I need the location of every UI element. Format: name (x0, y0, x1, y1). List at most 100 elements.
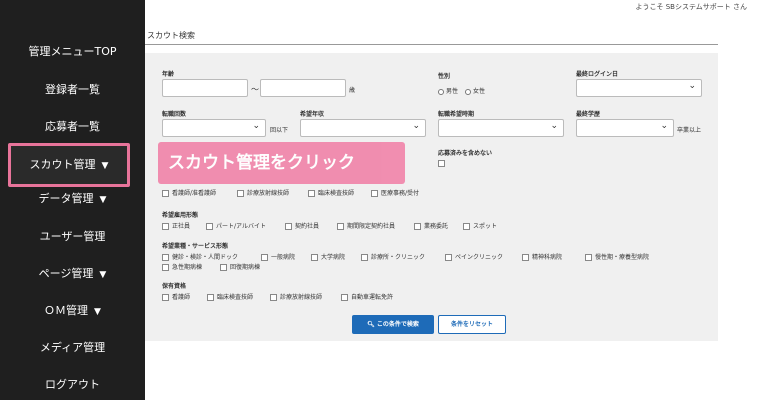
checkbox-label: 一般病院 (271, 254, 296, 261)
checkbox-icon (361, 254, 368, 261)
reset-button[interactable]: 条件をリセット (438, 315, 506, 334)
nav-item-registrants[interactable]: 登録者一覧 (0, 78, 145, 102)
radio-label: 女性 (473, 88, 486, 95)
nav-label: メディア管理 (39, 341, 106, 354)
checkbox-icon (162, 223, 169, 230)
checkbox-label: 精神科病院 (532, 254, 563, 261)
industry-checkbox[interactable]: 健診・検診・人間ドック (162, 252, 238, 261)
industry-checkbox[interactable]: 診療所・クリニック (361, 252, 425, 261)
last-login-select[interactable] (576, 79, 702, 97)
caret-down-icon: ▼ (99, 270, 107, 280)
checkbox-icon (261, 254, 268, 261)
employment-checkbox[interactable]: パート/アルバイト (206, 221, 266, 230)
desired-income-select[interactable] (300, 119, 426, 137)
checkbox-label: スポット (473, 223, 498, 230)
gender-female-radio[interactable]: 女性 (465, 86, 485, 95)
industry-checkbox[interactable]: 慢性期・療養型病院 (585, 252, 649, 261)
age-unit: 歳 (349, 87, 356, 94)
industry-checkbox[interactable]: 一般病院 (261, 252, 295, 261)
checkbox-label: 医療事務/受付 (381, 190, 420, 197)
user-greeting: ようこそ SBシステムサポート さん (635, 3, 748, 11)
job-type-checkbox[interactable]: 診療放射線技師 (237, 188, 289, 197)
checkbox-label: 診療所・クリニック (371, 254, 426, 261)
instruction-callout: スカウト管理をクリック (158, 142, 405, 184)
nav-item-logout[interactable]: ログアウト (0, 373, 145, 397)
industry-label: 希望業種・サービス形態 (162, 243, 229, 250)
nav-item-pages[interactable]: ページ管理 ▼ (0, 262, 145, 286)
job-type-checkbox[interactable]: 臨床検査技師 (308, 188, 354, 197)
checkbox-label: 期間限定契約社員 (347, 223, 396, 230)
employment-checkbox[interactable]: 業務委託 (414, 221, 448, 230)
search-button[interactable]: 🔍︎ この条件で検索 (352, 315, 434, 334)
checkbox-icon (337, 223, 344, 230)
page-title: スカウト検索 (147, 31, 195, 40)
industry-checkbox[interactable]: 精神科病院 (522, 252, 562, 261)
age-separator: 〜 (251, 85, 259, 94)
checkbox-icon (162, 294, 169, 301)
nav-label: データ管理 (38, 192, 94, 205)
employment-checkbox[interactable]: スポット (463, 221, 497, 230)
checkbox-icon (206, 223, 213, 230)
age-max-input[interactable] (260, 79, 346, 97)
gender-male-radio[interactable]: 男性 (438, 86, 458, 95)
industry-checkbox[interactable]: 大学病院 (311, 252, 345, 261)
job-changes-select[interactable] (162, 119, 266, 137)
industry-checkbox[interactable]: ペインクリニック (445, 252, 503, 261)
education-select[interactable] (576, 119, 674, 137)
caret-down-icon: ▼ (101, 161, 109, 171)
nav-label: ログアウト (45, 378, 100, 391)
checkbox-label: 自動車運転免許 (351, 294, 394, 301)
nav-label: 登録者一覧 (45, 83, 100, 96)
include-applied-checkbox[interactable] (438, 160, 445, 167)
license-checkbox[interactable]: 臨床検査技師 (207, 292, 253, 301)
age-min-input[interactable] (162, 79, 248, 97)
checkbox-label: 急性期病棟 (172, 264, 203, 271)
checkbox-label: 回復期病棟 (230, 264, 261, 271)
license-checkbox[interactable]: 看護師 (162, 292, 190, 301)
industry-checkbox[interactable]: 回復期病棟 (220, 262, 260, 271)
desired-income-label: 希望年収 (300, 111, 325, 118)
job-type-checkbox[interactable]: 医療事務/受付 (371, 188, 419, 197)
nav-item-scout[interactable]: スカウト管理 ▼ (8, 143, 130, 187)
search-icon: 🔍︎ (367, 321, 375, 328)
license-checkbox[interactable]: 自動車運転免許 (341, 292, 393, 301)
nav-item-users[interactable]: ユーザー管理 (0, 225, 145, 249)
caret-down-icon: ▼ (99, 195, 107, 205)
license-label: 保有資格 (162, 283, 187, 290)
nav-item-data[interactable]: データ管理 ▼ (0, 187, 145, 211)
checkbox-icon (311, 254, 318, 261)
employment-checkbox[interactable]: 契約社員 (285, 221, 319, 230)
checkbox-icon (522, 254, 529, 261)
job-type-checkbox[interactable]: 看護師/准看護師 (162, 188, 216, 197)
button-label: 条件をリセット (450, 321, 493, 328)
nav-label: ユーザー管理 (39, 230, 106, 243)
industry-checkbox[interactable]: 急性期病棟 (162, 262, 202, 271)
search-panel: 年齢 〜 歳 性別 男性 女性 最終ログイン日 転職回数 回以下 希望年収 転職… (145, 53, 718, 341)
checkbox-label: 診療放射線技師 (247, 190, 290, 197)
checkbox-label: ペインクリニック (455, 254, 504, 261)
caret-down-icon: ▼ (94, 307, 101, 317)
checkbox-icon (207, 294, 214, 301)
nav-item-om[interactable]: ＯＭ管理 ▼ (0, 299, 145, 323)
nav-item-applicants[interactable]: 応募者一覧 (0, 115, 145, 139)
desired-time-select[interactable] (438, 119, 564, 137)
job-changes-unit: 回以下 (270, 127, 289, 134)
checkbox-icon (463, 223, 470, 230)
checkbox-label: 大学病院 (321, 254, 346, 261)
checkbox-icon (162, 264, 169, 271)
license-checkbox[interactable]: 診療放射線技師 (270, 292, 322, 301)
nav-item-admin-top[interactable]: 管理メニューTOP (0, 40, 145, 64)
checkbox-icon (162, 190, 169, 197)
checkbox-icon (585, 254, 592, 261)
checkbox-icon (414, 223, 421, 230)
checkbox-icon (371, 190, 378, 197)
nav-item-media[interactable]: メディア管理 (0, 336, 145, 360)
employment-checkbox[interactable]: 期間限定契約社員 (337, 221, 395, 230)
checkbox-label: 正社員 (172, 223, 191, 230)
checkbox-label: 契約社員 (295, 223, 320, 230)
checkbox-icon (270, 294, 277, 301)
employment-checkbox[interactable]: 正社員 (162, 221, 190, 230)
title-divider (145, 44, 718, 45)
gender-label: 性別 (438, 73, 451, 80)
checkbox-label: 臨床検査技師 (318, 190, 355, 197)
